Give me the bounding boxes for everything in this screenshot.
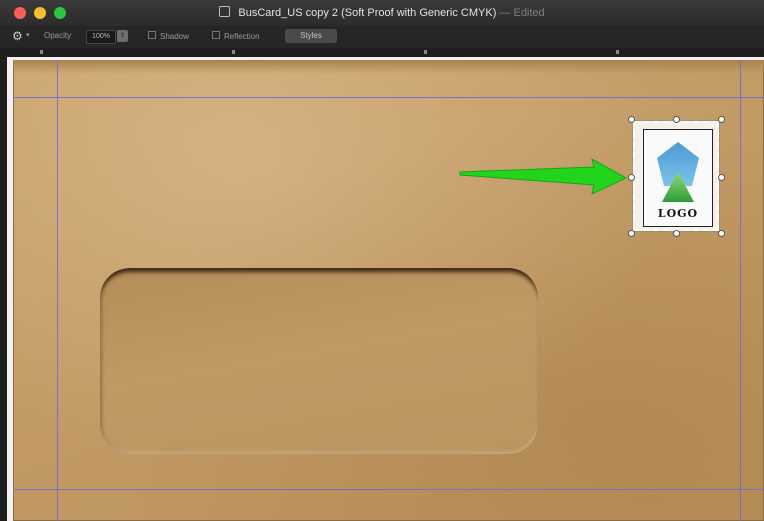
reflection-checkbox[interactable]: Reflection (212, 31, 260, 41)
reflection-label: Reflection (224, 32, 260, 41)
resize-handle-top-right[interactable] (718, 116, 725, 123)
opacity-field[interactable]: 100% (86, 30, 116, 44)
app-window: BusCard_US copy 2 (Soft Proof with Gener… (0, 0, 764, 521)
shadow-checkbox[interactable]: Shadow (148, 31, 189, 41)
opacity-stepper[interactable]: ⇕ (117, 30, 128, 42)
resize-handle-top-left[interactable] (628, 116, 635, 123)
checkbox-icon (148, 31, 156, 39)
logo-card: LOGO (632, 120, 720, 232)
shadow-label: Shadow (160, 32, 189, 41)
guide-line-right[interactable] (740, 60, 741, 521)
resize-handle-bottom-left[interactable] (628, 230, 635, 237)
resize-handle-top[interactable] (673, 116, 680, 123)
toolbar: ⚙ ▾ Opacity 100% ⇕ Shadow Reflection Sty… (0, 26, 764, 48)
vertical-ruler[interactable] (0, 57, 7, 521)
title-bar[interactable]: BusCard_US copy 2 (Soft Proof with Gener… (0, 0, 764, 26)
logo-frame: LOGO (643, 129, 713, 227)
envelope-flap-shadow (13, 60, 764, 74)
horizontal-ruler[interactable] (0, 48, 764, 57)
styles-button[interactable]: Styles (285, 29, 337, 43)
guide-line-left[interactable] (57, 60, 58, 521)
ruler-tick (232, 50, 235, 54)
gear-icon[interactable]: ⚙ (12, 30, 24, 42)
logo-graphic[interactable]: LOGO (628, 116, 725, 237)
checkbox-icon (212, 31, 220, 39)
resize-handle-bottom[interactable] (673, 230, 680, 237)
resize-handle-right[interactable] (718, 174, 725, 181)
logo-text: LOGO (657, 207, 699, 220)
ruler-tick (424, 50, 427, 54)
document-icon (219, 6, 231, 17)
arrow-icon (459, 158, 628, 195)
chevron-down-icon[interactable]: ▾ (26, 31, 30, 39)
window-title-area: BusCard_US copy 2 (Soft Proof with Gener… (0, 6, 764, 19)
guide-line-bottom[interactable] (13, 489, 764, 490)
edited-label: — Edited (499, 7, 545, 19)
opacity-label: Opacity (44, 31, 72, 40)
ruler-tick (616, 50, 619, 54)
ruler-tick (40, 50, 43, 54)
guide-line-top[interactable] (13, 97, 764, 98)
resize-handle-left[interactable] (628, 174, 635, 181)
resize-handle-bottom-right[interactable] (718, 230, 725, 237)
window-title: BusCard_US copy 2 (Soft Proof with Gener… (238, 7, 497, 19)
envelope-window (100, 268, 538, 454)
